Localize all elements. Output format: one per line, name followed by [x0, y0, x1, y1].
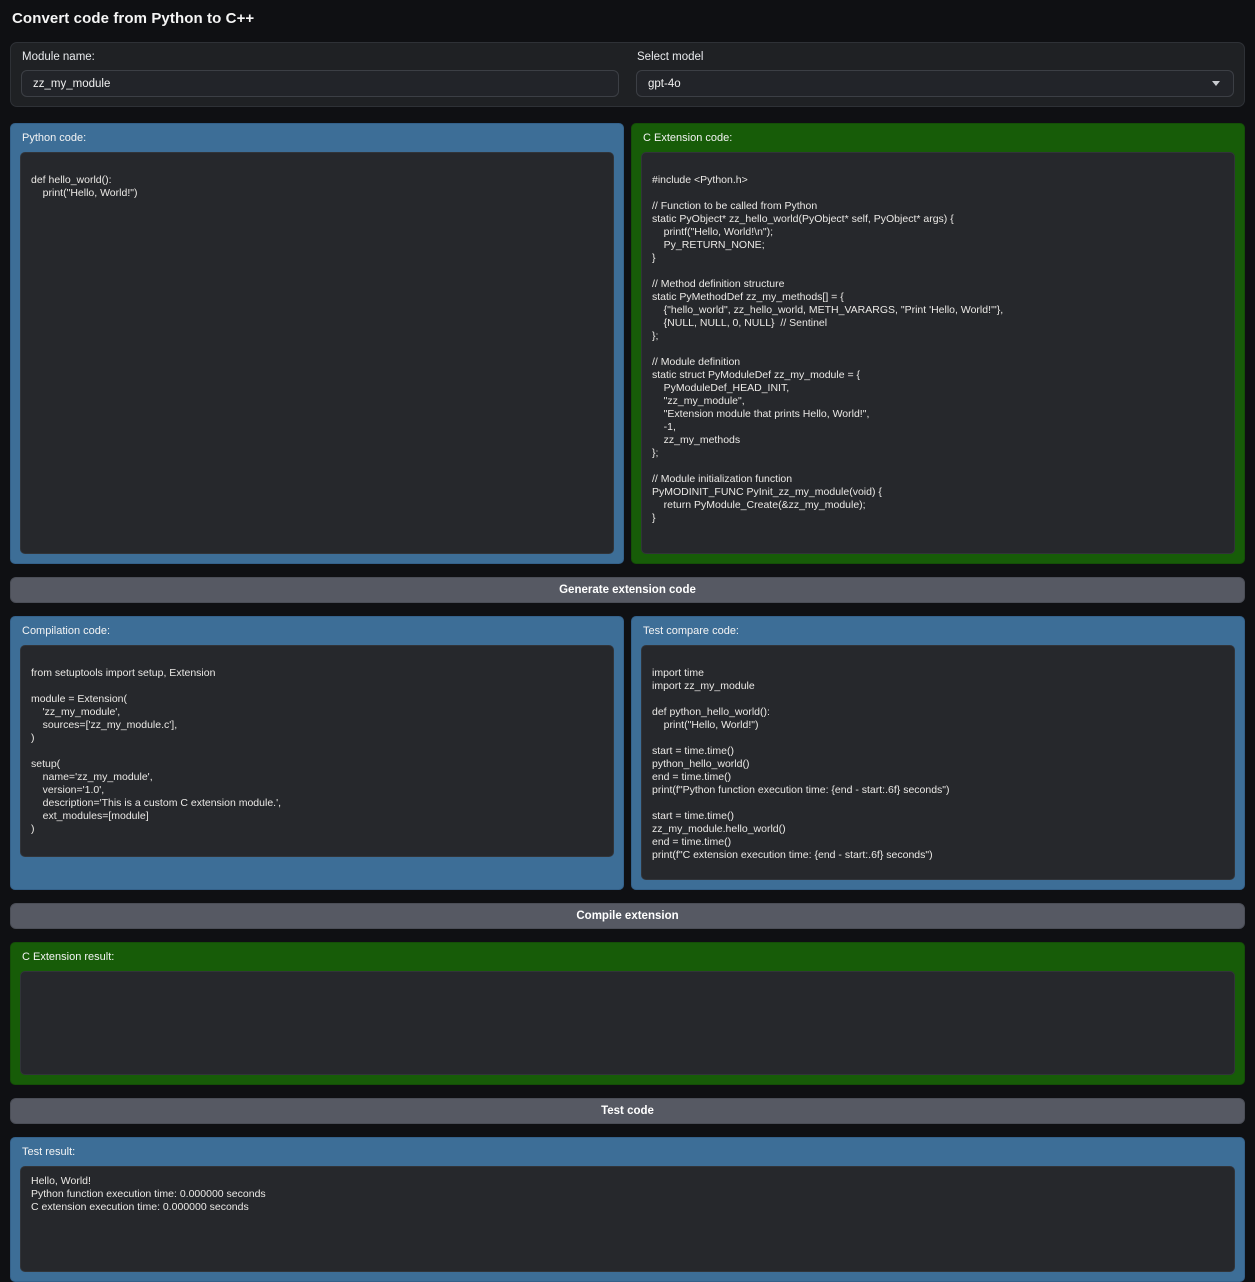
python-code-label: Python code: — [22, 132, 614, 144]
test-compare-code-panel: Test compare code: import time import zz… — [631, 616, 1245, 890]
module-name-field: Module name: — [21, 50, 619, 97]
page-title: Convert code from Python to C++ — [12, 10, 1245, 27]
c-extension-result-panel: C Extension result: — [10, 942, 1245, 1085]
c-extension-code-textarea[interactable]: #include <Python.h> // Function to be ca… — [641, 152, 1235, 554]
generate-extension-code-button[interactable]: Generate extension code — [10, 577, 1245, 603]
config-panel: Module name: Select model gpt-4o — [10, 42, 1245, 107]
compilation-code-textarea[interactable]: from setuptools import setup, Extension … — [20, 645, 614, 857]
chevron-down-icon — [1212, 81, 1220, 86]
c-extension-code-panel: C Extension code: #include <Python.h> //… — [631, 123, 1245, 564]
compilation-code-panel: Compilation code: from setuptools import… — [10, 616, 624, 890]
model-field: Select model gpt-4o — [636, 50, 1234, 97]
module-name-label: Module name: — [22, 51, 619, 63]
c-extension-code-label: C Extension code: — [643, 132, 1235, 144]
test-result-textarea[interactable]: Hello, World! Python function execution … — [20, 1166, 1235, 1272]
python-code-textarea[interactable]: def hello_world(): print("Hello, World!"… — [20, 152, 614, 554]
code-row: Python code: def hello_world(): print("H… — [10, 123, 1245, 564]
compile-extension-button[interactable]: Compile extension — [10, 903, 1245, 929]
model-dropdown-value: gpt-4o — [648, 78, 681, 90]
model-dropdown[interactable]: gpt-4o — [636, 70, 1234, 97]
test-compare-code-label: Test compare code: — [643, 625, 1235, 637]
module-name-input[interactable] — [21, 70, 619, 97]
c-extension-result-textarea[interactable] — [20, 971, 1235, 1075]
test-code-button[interactable]: Test code — [10, 1098, 1245, 1124]
test-result-label: Test result: — [22, 1146, 1235, 1158]
compilation-code-label: Compilation code: — [22, 625, 614, 637]
test-result-panel: Test result: Hello, World! Python functi… — [10, 1137, 1245, 1282]
python-code-panel: Python code: def hello_world(): print("H… — [10, 123, 624, 564]
model-label: Select model — [637, 51, 1234, 63]
compile-test-row: Compilation code: from setuptools import… — [10, 616, 1245, 890]
test-compare-code-textarea[interactable]: import time import zz_my_module def pyth… — [641, 645, 1235, 880]
c-extension-result-label: C Extension result: — [22, 951, 1235, 963]
